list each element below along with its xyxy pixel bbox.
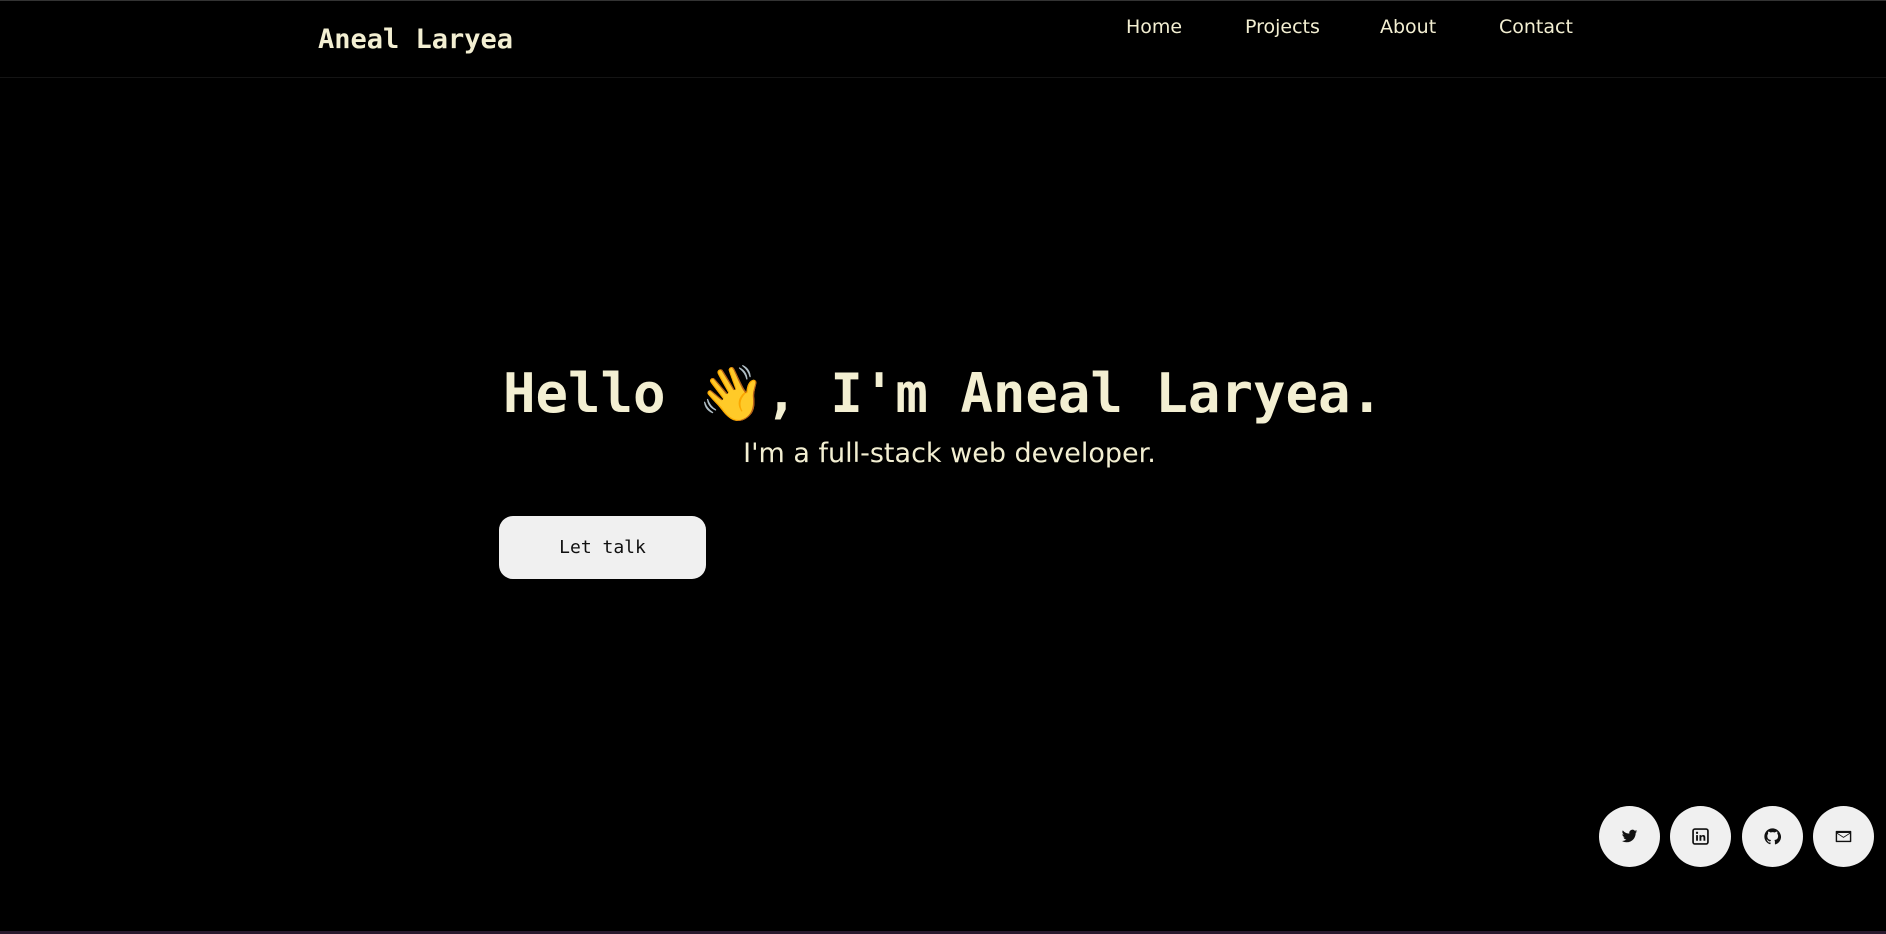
hero-subtitle: I'm a full-stack web developer. [743,438,1156,469]
hero-title-rest: , I'm Aneal Laryea. [765,362,1384,425]
nav-projects[interactable]: Projects [1245,16,1320,38]
linkedin-icon [1692,828,1709,845]
lets-talk-button[interactable]: Let talk [499,516,706,579]
twitter-button[interactable] [1599,806,1660,867]
mail-icon [1835,828,1852,845]
waving-hand-icon: 👋 [698,362,766,425]
nav-home[interactable]: Home [1126,16,1182,38]
twitter-icon [1621,828,1638,845]
hero-greeting: Hello [502,362,699,425]
linkedin-button[interactable] [1670,806,1731,867]
nav-contact[interactable]: Contact [1499,16,1573,38]
nav-about[interactable]: About [1380,16,1436,38]
github-icon [1764,828,1781,845]
email-button[interactable] [1813,806,1874,867]
brand-logo[interactable]: Aneal Laryea [318,24,513,55]
navbar: Aneal Laryea Home Projects About Contact [0,1,1886,78]
hero-title: Hello 👋, I'm Aneal Laryea. [0,362,1886,426]
github-button[interactable] [1742,806,1803,867]
